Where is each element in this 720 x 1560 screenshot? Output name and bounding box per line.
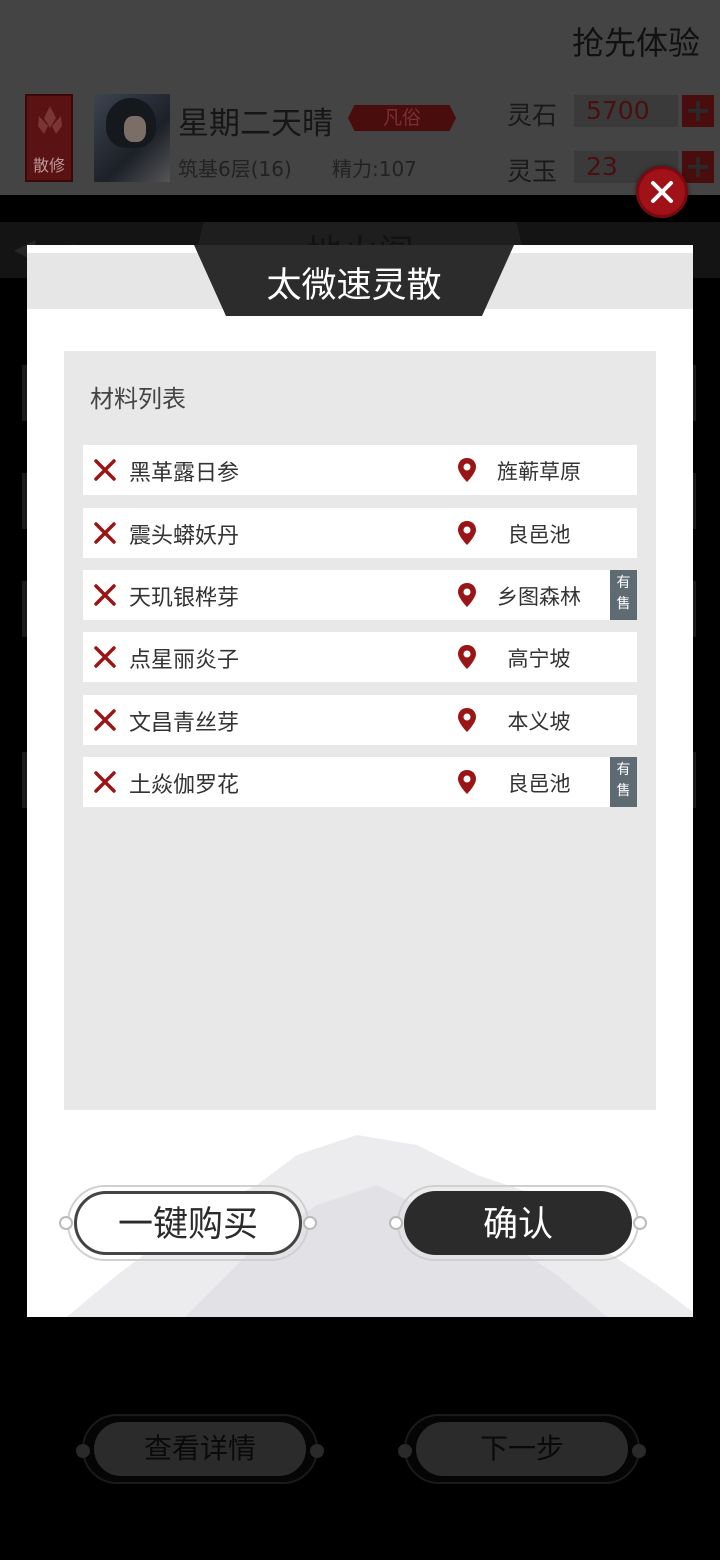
material-name: 点星丽炎子 (129, 648, 240, 673)
location-pin-icon[interactable] (457, 520, 477, 546)
add-spirit-jade-button[interactable]: + (682, 150, 714, 183)
on-sale-badge[interactable]: 有售 (610, 570, 637, 620)
material-list-label: 材料列表 (90, 385, 186, 413)
location-pin-icon[interactable] (457, 457, 477, 483)
location-name[interactable]: 良邑池 (481, 519, 597, 549)
material-row[interactable]: 震头蟒妖丹 良邑池 (83, 508, 637, 558)
sect-badge[interactable]: 散修 (25, 94, 73, 182)
buy-all-button[interactable]: 一键购买 (74, 1191, 302, 1255)
confirm-button[interactable]: 确认 (404, 1191, 632, 1255)
early-access-title: 抢先体验 (571, 24, 700, 62)
next-step-button[interactable]: 下一步 (398, 1414, 646, 1484)
buy-all-button-frame: 一键购买 (59, 1185, 317, 1261)
location-pin-icon[interactable] (457, 644, 477, 670)
material-row[interactable]: 点星丽炎子 高宁坡 (83, 632, 637, 682)
material-row[interactable]: 天玑银桦芽 乡图森林 有售 (83, 570, 637, 620)
material-row[interactable]: 土焱伽罗花 良邑池 有售 (83, 757, 637, 807)
add-spirit-stone-button[interactable]: + (682, 94, 714, 127)
spirit-jade-label: 灵玉 (507, 157, 558, 186)
missing-x-icon (94, 584, 116, 606)
location-name[interactable]: 良邑池 (481, 768, 597, 798)
confirm-button-frame: 确认 (389, 1185, 647, 1261)
location-pin-icon[interactable] (457, 769, 477, 795)
next-step-label: 下一步 (416, 1422, 628, 1476)
material-row[interactable]: 文昌青丝芽 本义坡 (83, 695, 637, 745)
rank-badge: 凡俗 (348, 105, 456, 131)
missing-x-icon (94, 646, 116, 668)
material-name: 震头蟒妖丹 (129, 524, 240, 549)
material-row[interactable]: 黑革露日参 旌蕲草原 (83, 445, 637, 495)
missing-x-icon (94, 522, 116, 544)
material-panel: 材料列表 黑革露日参 旌蕲草原 震头蟒妖丹 良邑池 天玑银桦芽 乡图森林 有售 … (64, 351, 656, 1110)
location-name[interactable]: 高宁坡 (481, 643, 597, 673)
on-sale-badge[interactable]: 有售 (610, 757, 637, 807)
player-name: 星期二天晴 (178, 106, 333, 142)
view-details-label: 查看详情 (94, 1422, 306, 1476)
spirit-stone-label: 灵石 (507, 101, 558, 130)
missing-x-icon (94, 709, 116, 731)
material-name: 文昌青丝芽 (129, 711, 240, 736)
dialog-title: 太微速灵散 (266, 266, 442, 306)
close-dialog-button[interactable] (636, 166, 688, 218)
material-name: 土焱伽罗花 (129, 773, 240, 798)
energy-value: 精力:107 (332, 157, 417, 181)
location-name[interactable]: 旌蕲草原 (481, 456, 597, 486)
material-name: 天玑银桦芽 (129, 586, 240, 611)
sect-label: 散修 (32, 156, 65, 175)
avatar[interactable] (94, 94, 170, 182)
lotus-icon (38, 106, 62, 134)
view-details-button[interactable]: 查看详情 (76, 1414, 324, 1484)
location-name[interactable]: 本义坡 (481, 706, 597, 736)
cultivation-level: 筑基6层(16) (178, 157, 292, 181)
location-name[interactable]: 乡图森林 (481, 581, 597, 611)
missing-x-icon (94, 459, 116, 481)
location-pin-icon[interactable] (457, 707, 477, 733)
location-pin-icon[interactable] (457, 582, 477, 608)
spirit-stone-value: 5700 (574, 95, 678, 127)
recipe-dialog: 太微速灵散 材料列表 黑革露日参 旌蕲草原 震头蟒妖丹 良邑池 天玑银桦芽 乡图… (27, 245, 693, 1317)
missing-x-icon (94, 771, 116, 793)
material-name: 黑革露日参 (129, 461, 240, 486)
close-icon (651, 181, 673, 203)
